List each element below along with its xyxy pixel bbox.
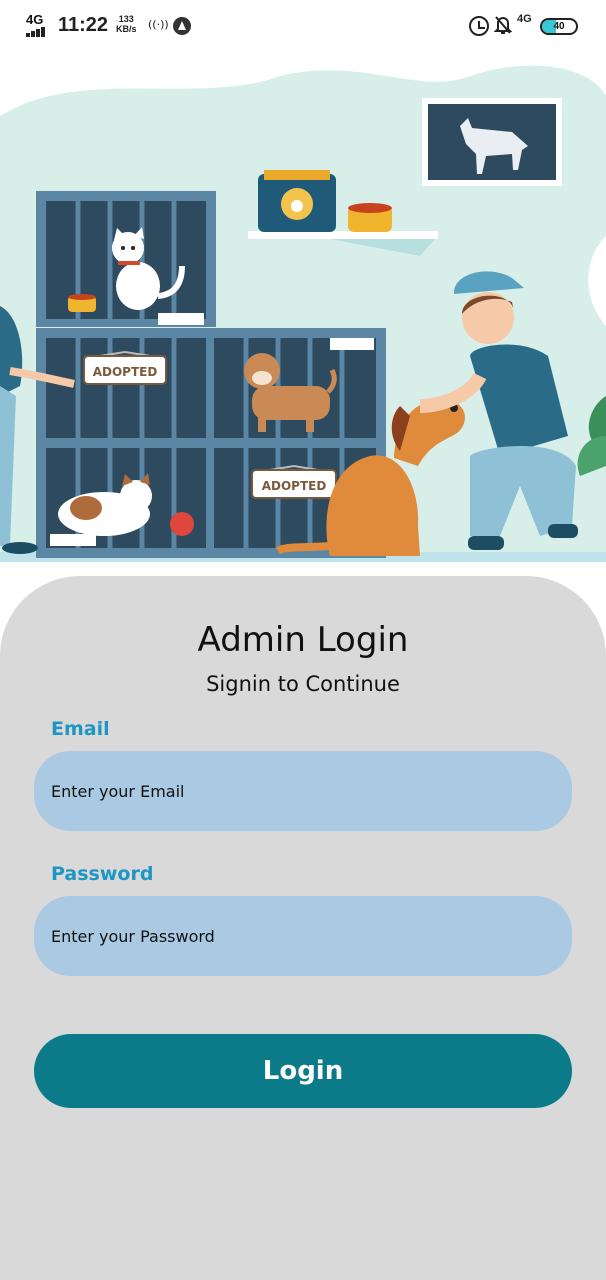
food-bowl-shelf	[348, 203, 392, 232]
page-title: Admin Login	[197, 620, 409, 660]
network-type: 4G	[26, 12, 44, 27]
status-bar: 4G 11:22 133 KB/s ((·)) 4G 40	[0, 0, 606, 56]
framed-dog-picture	[422, 98, 562, 186]
battery-icon: 40	[540, 18, 578, 35]
email-label: Email	[51, 718, 110, 740]
adopted-sign-left: ADOPTED	[83, 351, 167, 385]
adopted-sign-right: ADOPTED	[251, 465, 337, 499]
login-card: Admin Login Signin to Continue Email Pas…	[0, 576, 606, 1280]
adopted-sign-left-text: ADOPTED	[93, 365, 158, 379]
data-speed-unit: KB/s	[116, 24, 137, 34]
alarm-icon	[469, 16, 489, 36]
adopted-sign-right-text: ADOPTED	[262, 479, 327, 493]
battery-level: 40	[553, 21, 565, 32]
password-label: Password	[51, 863, 154, 885]
email-field-container	[34, 751, 572, 831]
wifi-calling-icon: ((·))	[148, 18, 169, 31]
pet-adoption-illustration: ADOPTED ADOPTED	[0, 65, 606, 562]
clock: 11:22	[58, 14, 109, 36]
data-speed: 133 KB/s	[116, 14, 137, 34]
email-field[interactable]	[51, 751, 551, 831]
page-subtitle: Signin to Continue	[206, 672, 400, 696]
password-field[interactable]	[51, 896, 551, 976]
data-speed-value: 133	[118, 14, 134, 24]
food-bowl-cage	[68, 294, 96, 312]
password-field-container	[34, 896, 572, 976]
network-type-secondary: 4G	[517, 13, 532, 25]
pet-food-bag	[258, 170, 336, 232]
login-button[interactable]: Login	[34, 1034, 572, 1108]
mute-bell-icon	[494, 16, 512, 34]
navigation-icon	[173, 17, 191, 35]
signal-icon	[26, 27, 50, 37]
